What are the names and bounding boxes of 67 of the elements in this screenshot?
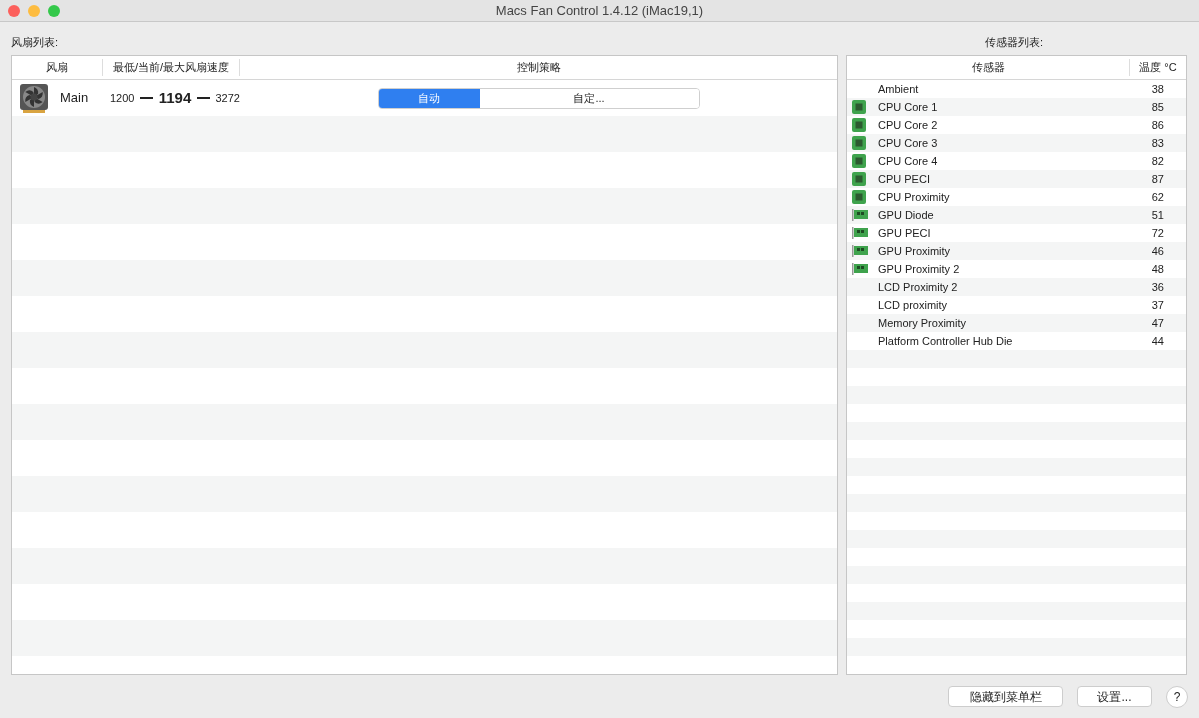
fan-icon xyxy=(19,83,49,113)
sensor-name: CPU Core 4 xyxy=(878,153,939,169)
column-header[interactable]: 传感器 xyxy=(847,59,1130,76)
sensor-row[interactable]: CPU Core 1 85 xyxy=(847,98,1186,116)
graphics-card-icon xyxy=(852,227,868,239)
temperature: 51 xyxy=(1150,207,1165,223)
sensor-name: CPU Proximity xyxy=(878,189,951,205)
max-speed: 3272 xyxy=(215,90,240,106)
column-header[interactable]: 控制策略 xyxy=(240,59,837,76)
graphics-card-icon xyxy=(852,209,868,221)
sensor-name: LCD proximity xyxy=(878,297,949,313)
temperature: 36 xyxy=(1150,279,1165,295)
temperature: 85 xyxy=(1150,99,1165,115)
current-speed: 1194 xyxy=(158,87,192,108)
sensor-row[interactable]: CPU Core 3 83 xyxy=(847,134,1186,152)
sensor-name: CPU Core 1 xyxy=(878,99,939,115)
temperature: 83 xyxy=(1150,135,1165,151)
graphics-card-icon xyxy=(852,263,868,275)
mode-segment[interactable]: 自动 xyxy=(378,88,480,108)
temperature: 47 xyxy=(1150,315,1165,331)
temperature: 82 xyxy=(1150,153,1165,169)
chip-icon xyxy=(852,118,866,132)
column-header[interactable]: 温度 °C xyxy=(1130,59,1186,76)
temperature: 62 xyxy=(1150,189,1165,205)
sensor-row[interactable]: Memory Proximity 47 xyxy=(847,314,1186,332)
help-button[interactable]: ? xyxy=(1166,685,1188,708)
sensor-name: Platform Controller Hub Die xyxy=(878,333,1014,349)
window-title: Macs Fan Control 1.4.12 (iMac19,1) xyxy=(495,1,704,20)
graphics-card-icon xyxy=(852,245,868,257)
sensor-name: GPU PECI xyxy=(878,225,932,241)
temperature: 44 xyxy=(1150,333,1165,349)
temperature: 37 xyxy=(1150,297,1165,313)
temperature: 46 xyxy=(1150,243,1165,259)
sensor-row[interactable]: GPU Proximity 46 xyxy=(847,242,1186,260)
sensor-name: LCD Proximity 2 xyxy=(878,279,959,295)
minimize-button[interactable] xyxy=(28,5,40,17)
temperature: 86 xyxy=(1150,117,1165,133)
section-label: 风扇列表: xyxy=(11,35,60,50)
temperature: 87 xyxy=(1150,171,1165,187)
hide-to-menu-bar-button[interactable]: 隐藏到菜单栏 xyxy=(948,686,1063,707)
sensor-name: CPU Core 3 xyxy=(878,135,939,151)
chip-icon xyxy=(852,136,866,150)
sensor-name: Memory Proximity xyxy=(878,315,967,331)
temperature: 38 xyxy=(1150,81,1165,97)
sensor-name: GPU Proximity 2 xyxy=(878,261,961,277)
fan-name: Main xyxy=(60,89,89,108)
chip-icon xyxy=(852,100,866,114)
sensor-name: GPU Diode xyxy=(878,207,935,223)
sensor-name: GPU Proximity xyxy=(878,243,952,259)
sensor-name: CPU PECI xyxy=(878,171,931,187)
temperature: 72 xyxy=(1150,225,1165,241)
chip-icon xyxy=(852,172,866,186)
sensor-row[interactable]: CPU PECI 87 xyxy=(847,170,1186,188)
settings-button[interactable]: 设置... xyxy=(1077,686,1152,707)
chip-icon xyxy=(852,154,866,168)
sensor-name: Ambient xyxy=(878,81,920,97)
column-header[interactable]: 风扇 xyxy=(12,59,103,76)
temperature: 48 xyxy=(1150,261,1165,277)
maximize-button[interactable] xyxy=(48,5,60,17)
min-speed: 1200 xyxy=(110,90,135,106)
sensor-row[interactable]: LCD Proximity 2 36 xyxy=(847,278,1186,296)
close-button[interactable] xyxy=(8,5,20,17)
sensor-row[interactable]: GPU Diode 51 xyxy=(847,206,1186,224)
sensor-name: CPU Core 2 xyxy=(878,117,939,133)
section-label: 传感器列表: xyxy=(983,35,1044,50)
chip-icon xyxy=(852,190,866,204)
column-header[interactable]: 最低/当前/最大风扇速度 xyxy=(103,59,240,76)
